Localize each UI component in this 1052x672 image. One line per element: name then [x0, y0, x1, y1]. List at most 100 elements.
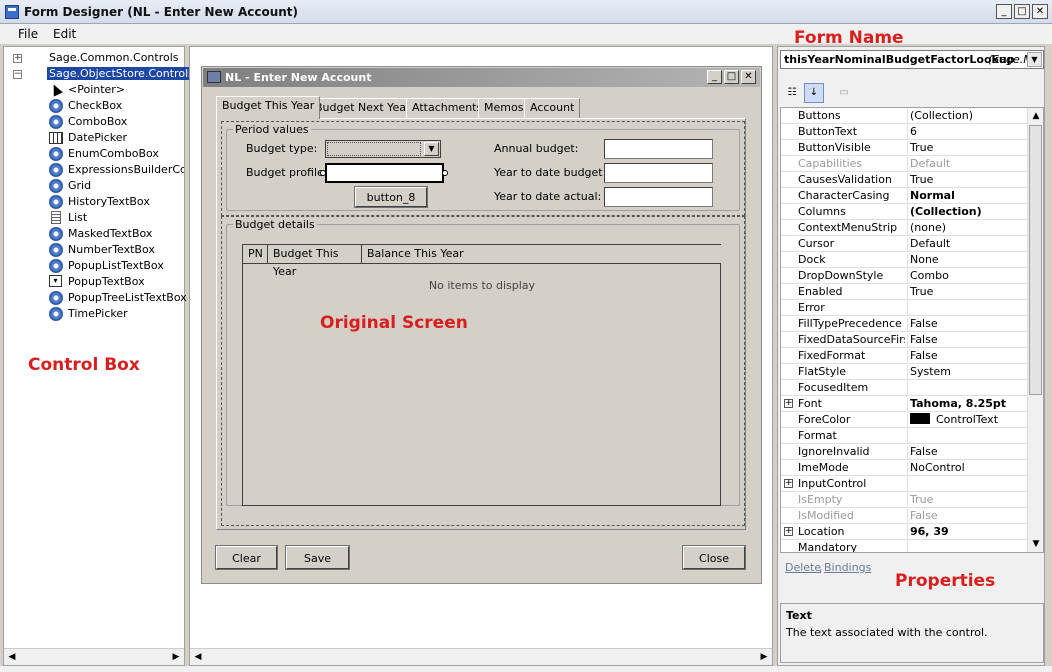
- property-value[interactable]: 6: [907, 125, 1029, 140]
- maximize-button[interactable]: □: [1014, 4, 1030, 19]
- property-value[interactable]: True: [907, 141, 1029, 156]
- property-row[interactable]: FixedDataSourceFirst False: [781, 332, 1029, 348]
- property-row[interactable]: ButtonText 6: [781, 124, 1029, 140]
- tree-group-label[interactable]: Sage.Common.Controls: [49, 51, 179, 64]
- expand-icon[interactable]: +: [784, 527, 793, 536]
- column-header-budget[interactable]: Budget This Year: [268, 245, 362, 278]
- property-row[interactable]: IsModified False: [781, 508, 1029, 524]
- control-item-label[interactable]: ExpressionsBuilderControl: [68, 163, 184, 176]
- property-row[interactable]: FixedFormat False: [781, 348, 1029, 364]
- property-row[interactable]: Cursor Default: [781, 236, 1029, 252]
- property-row[interactable]: Capabilities Default: [781, 156, 1029, 172]
- expand-icon[interactable]: +: [784, 479, 793, 488]
- minimize-button[interactable]: _: [996, 4, 1012, 19]
- property-value[interactable]: (Collection): [907, 109, 1029, 124]
- property-row[interactable]: FocusedItem: [781, 380, 1029, 396]
- close-window-button[interactable]: ✕: [1032, 4, 1048, 19]
- property-row[interactable]: + Location 96, 39: [781, 524, 1029, 540]
- property-row[interactable]: IsEmpty True: [781, 492, 1029, 508]
- control-item-label[interactable]: TimePicker: [68, 307, 128, 320]
- property-row[interactable]: Mandatory: [781, 540, 1029, 552]
- close-button[interactable]: Close: [682, 545, 746, 570]
- scroll-down-icon[interactable]: ▼: [1028, 536, 1043, 552]
- property-row[interactable]: ContextMenuStrip (none): [781, 220, 1029, 236]
- annual-budget-field[interactable]: [604, 139, 713, 159]
- control-item-grid[interactable]: Grid: [4, 178, 184, 194]
- control-item-label[interactable]: Grid: [68, 179, 91, 192]
- control-item-maskedtextbox[interactable]: MaskedTextBox: [4, 226, 184, 242]
- designed-form[interactable]: NL - Enter New Account _ □ ✕ Budget This…: [201, 66, 762, 584]
- control-item-expressionsbuilder[interactable]: ExpressionsBuilderControl: [4, 162, 184, 178]
- control-item-pointer[interactable]: <Pointer>: [4, 82, 184, 98]
- property-value[interactable]: Default: [907, 237, 1029, 252]
- property-row[interactable]: Columns (Collection): [781, 204, 1029, 220]
- control-item-popuptextbox[interactable]: ▾ PopupTextBox: [4, 274, 184, 290]
- column-header-balance[interactable]: Balance This Year: [362, 245, 721, 263]
- property-value[interactable]: None: [907, 253, 1029, 268]
- delete-link[interactable]: Delete: [785, 561, 821, 574]
- control-item-label[interactable]: DatePicker: [68, 131, 127, 144]
- control-item-list[interactable]: List: [4, 210, 184, 226]
- scroll-thumb[interactable]: [1029, 125, 1042, 395]
- column-header-pn[interactable]: PN: [243, 245, 268, 263]
- property-row[interactable]: Error: [781, 300, 1029, 316]
- control-item-popuplisttextbox[interactable]: PopupListTextBox: [4, 258, 184, 274]
- control-item-label[interactable]: ComboBox: [68, 115, 127, 128]
- property-value[interactable]: System: [907, 365, 1029, 380]
- control-item-label[interactable]: PopupTreeListTextBox: [68, 291, 187, 304]
- form-maximize-button[interactable]: □: [724, 70, 739, 84]
- expand-icon[interactable]: +: [13, 54, 22, 63]
- property-value[interactable]: True: [907, 493, 1029, 508]
- scroll-left-icon[interactable]: ◀: [4, 649, 20, 665]
- control-item-label[interactable]: PopupTextBox: [68, 275, 145, 288]
- form-minimize-button[interactable]: _: [707, 70, 722, 84]
- control-item-timepicker[interactable]: TimePicker: [4, 306, 184, 322]
- property-row[interactable]: + Font Tahoma, 8.25pt: [781, 396, 1029, 412]
- control-item-historytextbox[interactable]: HistoryTextBox: [4, 194, 184, 210]
- property-value[interactable]: Tahoma, 8.25pt: [907, 397, 1029, 412]
- property-value[interactable]: False: [907, 333, 1029, 348]
- tab-budget-this-year[interactable]: Budget This Year: [216, 96, 321, 119]
- control-item-label[interactable]: EnumComboBox: [68, 147, 159, 160]
- budget-details-grid[interactable]: PN Budget This Year Balance This Year No…: [242, 244, 721, 506]
- property-row[interactable]: ImeMode NoControl: [781, 460, 1029, 476]
- property-pages-icon[interactable]: ▭: [834, 83, 854, 103]
- budget-type-combo[interactable]: ▼: [325, 140, 441, 158]
- categorized-icon[interactable]: ☷: [782, 83, 802, 103]
- property-value[interactable]: False: [907, 509, 1029, 524]
- property-row[interactable]: IgnoreInvalid False: [781, 444, 1029, 460]
- bindings-link[interactable]: Bindings: [824, 561, 871, 574]
- control-item-label[interactable]: CheckBox: [68, 99, 122, 112]
- property-row[interactable]: Enabled True: [781, 284, 1029, 300]
- control-item-popuptreelisttextbox[interactable]: PopupTreeListTextBox: [4, 290, 187, 306]
- resize-handle-right[interactable]: [442, 170, 448, 176]
- property-row[interactable]: ButtonVisible True: [781, 140, 1029, 156]
- property-row[interactable]: DropDownStyle Combo: [781, 268, 1029, 284]
- form-close-button[interactable]: ✕: [741, 70, 756, 84]
- resize-handle-left[interactable]: [320, 170, 326, 176]
- property-row[interactable]: FillTypePrecedence False: [781, 316, 1029, 332]
- property-value[interactable]: False: [907, 445, 1029, 460]
- save-button[interactable]: Save: [285, 545, 350, 570]
- button-8[interactable]: button_8: [354, 186, 428, 208]
- property-value[interactable]: ControlText: [907, 413, 1029, 428]
- property-value[interactable]: [907, 301, 1029, 316]
- property-value[interactable]: [907, 477, 1029, 492]
- control-item-label[interactable]: List: [68, 211, 87, 224]
- tab-budget-next-year[interactable]: Budget Next Year: [309, 98, 417, 118]
- property-row[interactable]: Format: [781, 428, 1029, 444]
- tab-account[interactable]: Account: [524, 98, 581, 118]
- property-value[interactable]: [907, 381, 1029, 396]
- property-value[interactable]: [907, 541, 1029, 552]
- property-value[interactable]: [907, 429, 1029, 444]
- property-grid-scrollbar[interactable]: ▲ ▼: [1027, 108, 1043, 552]
- property-row[interactable]: Dock None: [781, 252, 1029, 268]
- control-box-scrollbar[interactable]: ◀ ▶: [4, 648, 184, 665]
- control-item-label[interactable]: MaskedTextBox: [68, 227, 152, 240]
- collapse-icon[interactable]: −: [13, 70, 22, 79]
- property-value[interactable]: (Collection): [907, 205, 1029, 220]
- control-item-enumcombobox[interactable]: EnumComboBox: [4, 146, 184, 162]
- menu-file[interactable]: File: [18, 27, 38, 41]
- property-value[interactable]: 96, 39: [907, 525, 1029, 540]
- property-value[interactable]: False: [907, 349, 1029, 364]
